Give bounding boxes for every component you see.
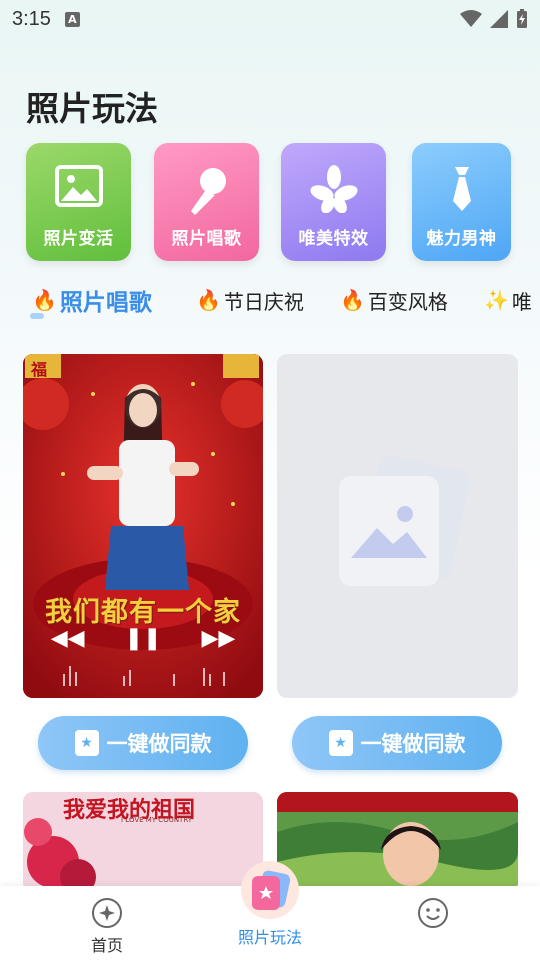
smiley-icon xyxy=(418,898,448,928)
nav-home[interactable]: 首页 xyxy=(47,886,167,961)
fu-badge-left: 福 xyxy=(31,360,48,379)
nav-photo-play[interactable]: 照片玩法 xyxy=(210,861,330,961)
button-label: 一键做同款 xyxy=(106,732,212,756)
star-doc-icon: ★ xyxy=(74,730,99,756)
sparkle-icon: ✨ xyxy=(484,288,509,312)
microphone-icon xyxy=(190,168,226,215)
flame-icon: 🔥 xyxy=(196,288,221,312)
tab-label: 照片唱歌 xyxy=(59,290,152,316)
tab-label: 节日庆祝 xyxy=(223,289,304,314)
flower-icon xyxy=(309,165,358,213)
country-banner-sub: I LOVE MY COUNTRY xyxy=(121,816,193,824)
tab-festival[interactable]: 🔥 节日庆祝 xyxy=(196,280,304,320)
make-same-button-1[interactable]: ★ 一键做同款 xyxy=(38,716,248,770)
nav-label: 首页 xyxy=(90,936,123,955)
flame-icon: 🔥 xyxy=(32,288,57,312)
status-indicators xyxy=(460,9,528,29)
tie-icon xyxy=(452,167,471,211)
category-label: 照片变活 xyxy=(43,229,114,249)
category-row: 照片变活 照片唱歌 唯美特效 魅力男神 xyxy=(26,143,540,265)
tab-photo-sing[interactable]: 🔥 照片唱歌 xyxy=(32,280,152,320)
flame-icon: 🔥 xyxy=(340,288,365,312)
category-label: 唯美特效 xyxy=(298,229,369,249)
rewind-icon[interactable]: ◀◀ xyxy=(51,626,85,651)
tab-beauty[interactable]: ✨ 唯 xyxy=(484,280,532,320)
category-card-photo-sing[interactable]: 照片唱歌 xyxy=(154,143,259,261)
star-doc-icon: ★ xyxy=(328,730,353,756)
category-card-photo-alive[interactable]: 照片变活 xyxy=(26,143,131,261)
nav-label: 照片玩法 xyxy=(237,928,302,947)
page-title: 照片玩法 xyxy=(26,89,158,128)
fast-forward-icon[interactable]: ▶▶ xyxy=(201,626,235,651)
template-card-landscape[interactable] xyxy=(277,792,518,892)
notification-a-icon: A xyxy=(64,11,80,27)
pause-icon[interactable]: ❚❚ xyxy=(125,626,162,651)
photo-play-icon xyxy=(241,861,299,919)
template-card-singing[interactable]: 福 我们都有一个家 ◀◀ ❚❚ ▶▶ xyxy=(23,354,263,698)
make-same-button-2[interactable]: ★ 一键做同款 xyxy=(292,716,502,770)
tab-active-indicator xyxy=(30,313,44,319)
category-tabs: 🔥 照片唱歌 🔥 节日庆祝 🔥 百变风格 ✨ 唯 xyxy=(30,280,540,324)
button-label: 一键做同款 xyxy=(360,732,466,756)
tab-label: 百变风格 xyxy=(367,289,448,314)
tab-style[interactable]: 🔥 百变风格 xyxy=(340,280,448,320)
category-label: 魅力男神 xyxy=(426,229,497,249)
category-label: 照片唱歌 xyxy=(171,229,242,249)
wifi-icon xyxy=(460,10,482,27)
template-card-country[interactable]: 我爱我的祖国 I LOVE MY COUNTRY xyxy=(23,792,263,892)
category-card-charming-man[interactable]: 魅力男神 xyxy=(412,143,511,261)
battery-icon xyxy=(517,9,527,28)
image-placeholder-icon xyxy=(339,456,469,586)
player-controls: ◀◀ ❚❚ ▶▶ xyxy=(23,626,263,651)
bottom-nav: 首页 照片玩法 xyxy=(0,861,540,961)
nav-profile[interactable] xyxy=(373,886,493,961)
status-time: 3:15 xyxy=(12,7,51,30)
home-star-icon xyxy=(92,898,122,928)
image-icon xyxy=(54,165,103,207)
lyric-text: 我们都有一个家 xyxy=(45,597,241,628)
status-bar: 3:15 A xyxy=(0,0,540,38)
card-background-art xyxy=(277,792,518,892)
template-card-placeholder[interactable] xyxy=(277,354,518,698)
tab-label: 唯 xyxy=(511,289,532,314)
category-card-beauty-effect[interactable]: 唯美特效 xyxy=(281,143,386,261)
signal-icon xyxy=(490,10,508,28)
